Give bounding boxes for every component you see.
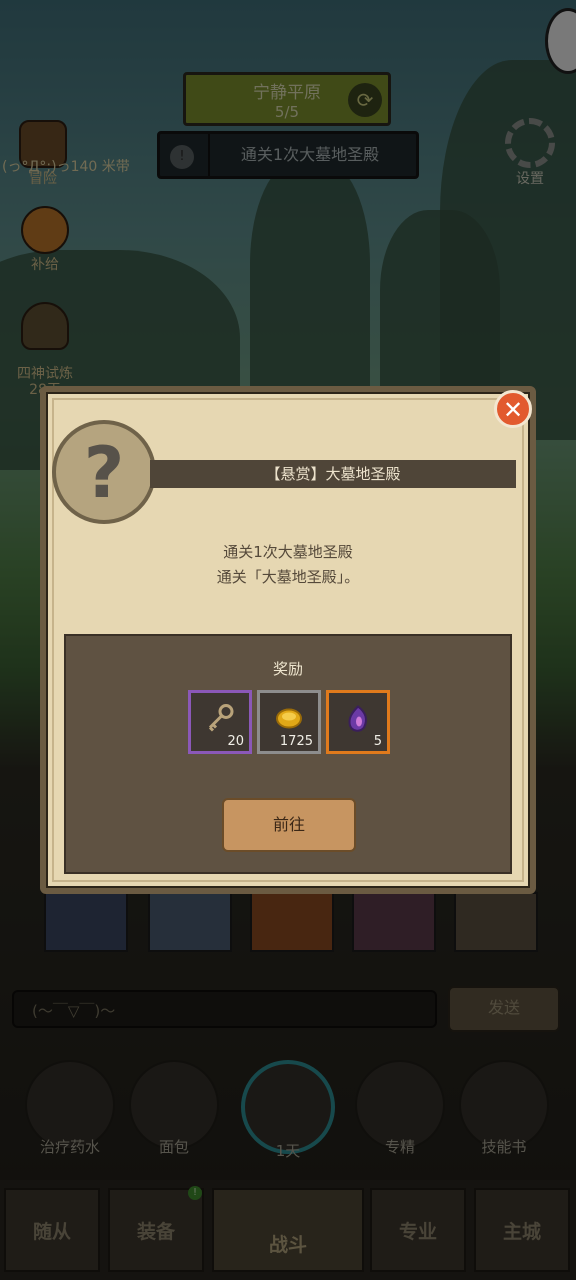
question-mark-icon: ? <box>52 420 156 524</box>
reward-slot-key[interactable]: 20 <box>188 690 252 754</box>
reward-count: 5 <box>373 734 382 749</box>
reward-slot-gold[interactable]: 1725 <box>257 690 321 754</box>
quest-description-line1: 通关1次大墓地圣殿 <box>223 543 353 561</box>
reward-panel: 奖励 20 1725 5 前往 <box>64 634 512 874</box>
reward-slot-gem[interactable]: 5 <box>326 690 390 754</box>
close-icon[interactable]: ✕ <box>494 390 532 428</box>
gem-icon <box>344 704 372 741</box>
reward-count: 1725 <box>279 734 313 749</box>
reward-title: 奖励 <box>272 660 303 678</box>
quest-description-line2: 通关「大墓地圣殿」。 <box>216 568 360 586</box>
go-button[interactable]: 前往 <box>222 798 356 852</box>
dialog-title: 【悬赏】大墓地圣殿 <box>150 460 516 488</box>
reward-count: 20 <box>227 734 244 749</box>
